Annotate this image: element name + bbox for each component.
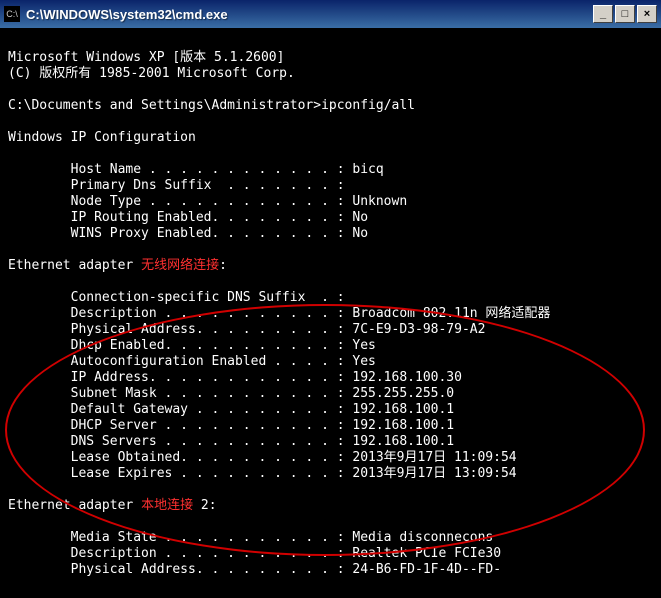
adapter2-prefix: Ethernet adapter [8,498,141,513]
a1-dhcp-line: Dhcp Enabled. . . . . . . . . . . : Yes [8,338,376,353]
terminal-output[interactable]: Microsoft Windows XP [版本 5.1.2600] (C) 版… [0,28,661,598]
ipconfig-heading: Windows IP Configuration [8,130,196,145]
os-version-line: Microsoft Windows XP [版本 5.1.2600] [8,50,284,65]
node-type-line: Node Type . . . . . . . . . . . . : Unkn… [8,194,407,209]
cmd-icon: C:\ [4,6,20,22]
close-button[interactable]: × [637,5,657,23]
prompt-path: C:\Documents and Settings\Administrator> [8,98,321,113]
adapter1-prefix: Ethernet adapter [8,258,141,273]
a1-lease-expires-line: Lease Expires . . . . . . . . . . : 2013… [8,466,517,481]
a1-physaddr-line: Physical Address. . . . . . . . . : 7C-E… [8,322,485,337]
a1-dhcpserver-line: DHCP Server . . . . . . . . . . . : 192.… [8,418,454,433]
a1-autoconf-line: Autoconfiguration Enabled . . . . : Yes [8,354,376,369]
adapter1-name: 无线网络连接 [141,258,219,273]
window-buttons: _ □ × [593,5,657,23]
adapter2-suffix: 2: [193,498,216,513]
a1-subnet-line: Subnet Mask . . . . . . . . . . . : 255.… [8,386,454,401]
ip-routing-line: IP Routing Enabled. . . . . . . . : No [8,210,368,225]
a1-dnsservers-line: DNS Servers . . . . . . . . . . . : 192.… [8,434,454,449]
a1-lease-obtained-line: Lease Obtained. . . . . . . . . . : 2013… [8,450,517,465]
prompt-line: C:\Documents and Settings\Administrator>… [8,98,415,113]
a2-physaddr-line: Physical Address. . . . . . . . . : 24-B… [8,562,501,577]
adapter2-heading: Ethernet adapter 本地连接 2: [8,498,217,513]
a1-ip-line: IP Address. . . . . . . . . . . . : 192.… [8,370,462,385]
a1-description-line: Description . . . . . . . . . . . : Broa… [8,306,550,321]
command-text: ipconfig/all [321,98,415,113]
a1-gateway-line: Default Gateway . . . . . . . . . : 192.… [8,402,454,417]
host-name-line: Host Name . . . . . . . . . . . . : bicq [8,162,384,177]
titlebar[interactable]: C:\ C:\WINDOWS\system32\cmd.exe _ □ × [0,0,661,28]
a2-media-line: Media State . . . . . . . . . . . : Medi… [8,530,493,545]
adapter1-heading: Ethernet adapter 无线网络连接: [8,258,227,273]
a1-conn-dns-line: Connection-specific DNS Suffix . : [8,290,345,305]
wins-proxy-line: WINS Proxy Enabled. . . . . . . . : No [8,226,368,241]
cmd-window: C:\ C:\WINDOWS\system32\cmd.exe _ □ × Mi… [0,0,661,598]
window-title: C:\WINDOWS\system32\cmd.exe [26,7,593,22]
maximize-button[interactable]: □ [615,5,635,23]
adapter1-suffix: : [219,258,227,273]
a2-description-line: Description . . . . . . . . . . . : Real… [8,546,501,561]
adapter2-name: 本地连接 [141,498,193,513]
copyright-line: (C) 版权所有 1985-2001 Microsoft Corp. [8,66,295,81]
primary-dns-line: Primary Dns Suffix . . . . . . . : [8,178,345,193]
minimize-button[interactable]: _ [593,5,613,23]
